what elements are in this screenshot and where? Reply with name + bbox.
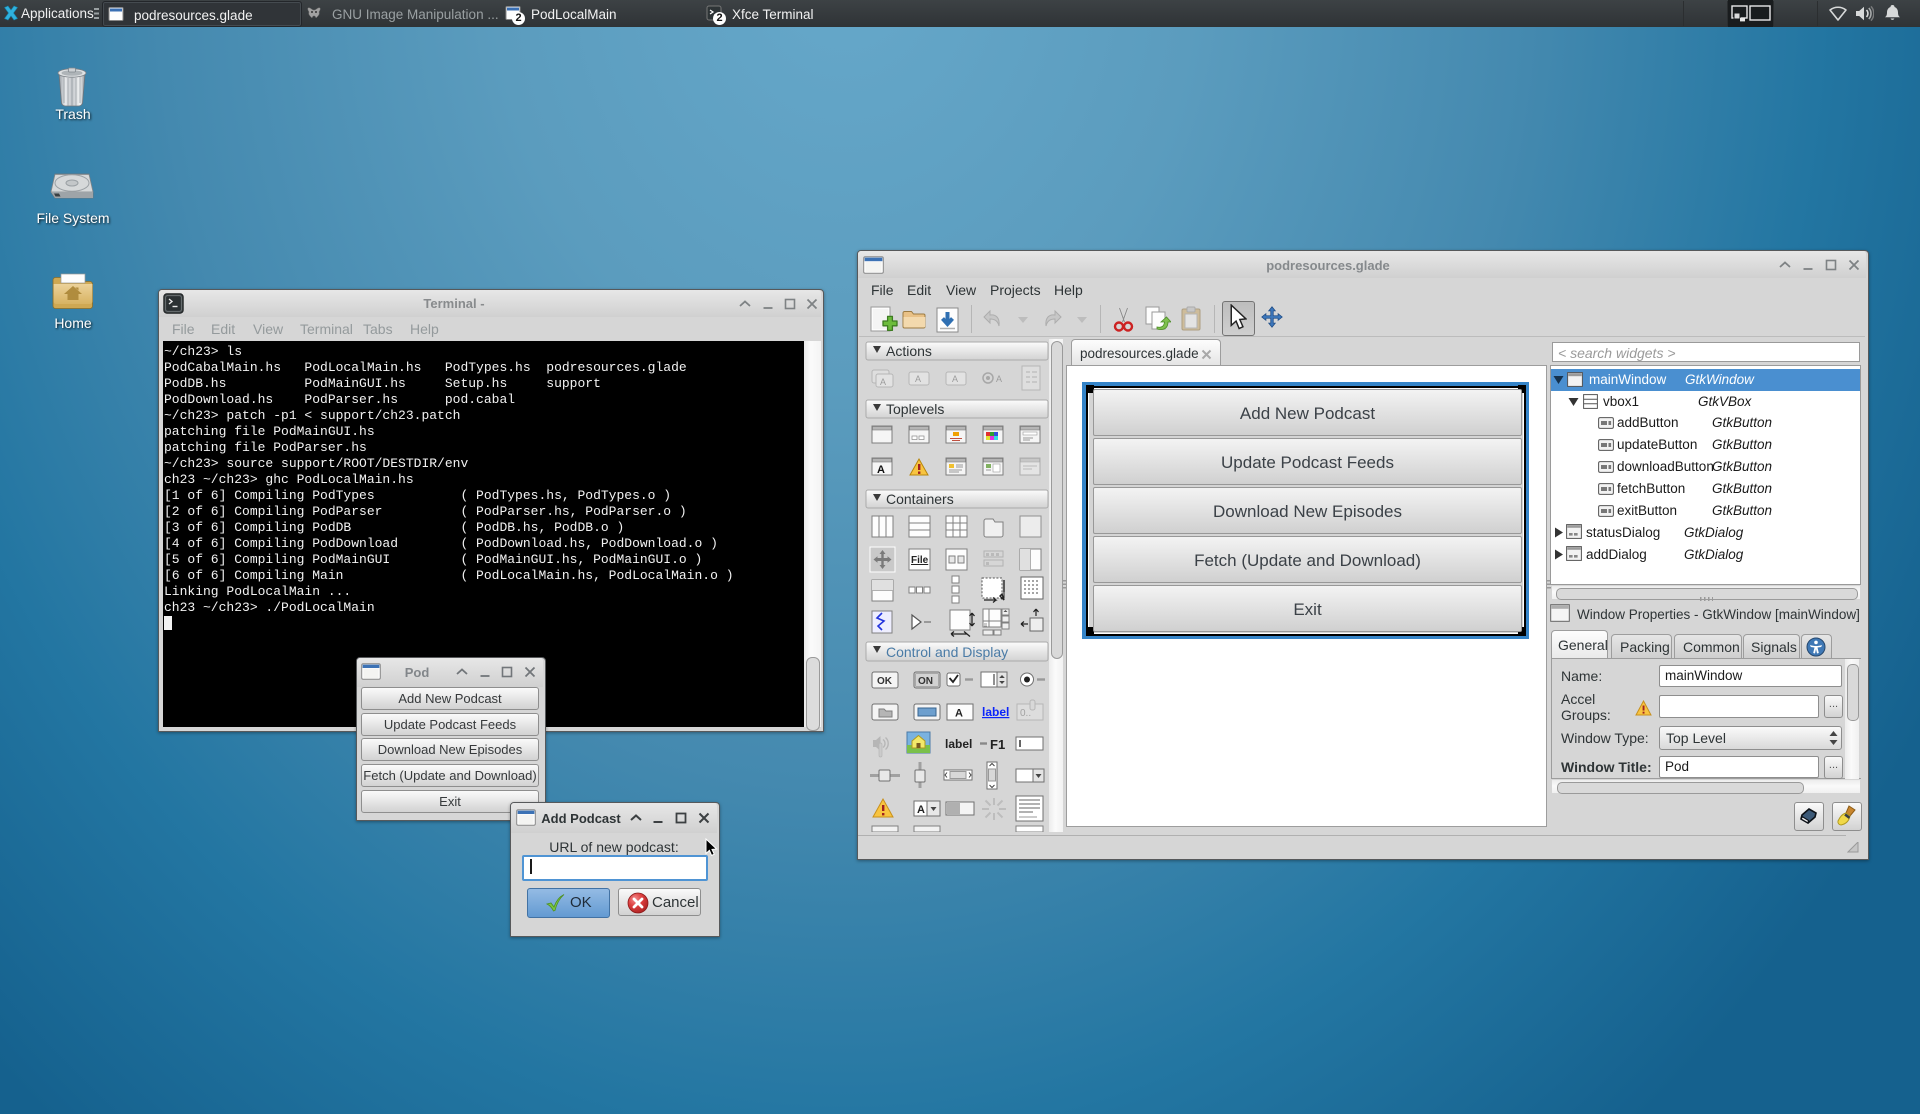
svg-text:A: A [917,804,925,816]
svg-text:A: A [996,374,1002,384]
svg-text:label: label [945,737,972,751]
svg-text:F1: F1 [990,737,1005,752]
svg-text:Control and Display: Control and Display [886,644,1008,660]
svg-text:OK: OK [877,676,893,687]
svg-text:Toplevels: Toplevels [886,401,944,417]
svg-text:A: A [952,374,958,384]
svg-text:0..: 0.. [1020,708,1031,719]
svg-text:File: File [911,555,929,566]
svg-text:A: A [955,708,963,720]
svg-text:A: A [915,374,921,384]
svg-text:A: A [880,377,886,387]
svg-text:Containers: Containers [886,491,954,507]
svg-text:label: label [982,705,1009,719]
svg-text:Actions: Actions [886,343,932,359]
svg-text:A: A [877,464,885,476]
svg-text:ON: ON [918,676,933,687]
